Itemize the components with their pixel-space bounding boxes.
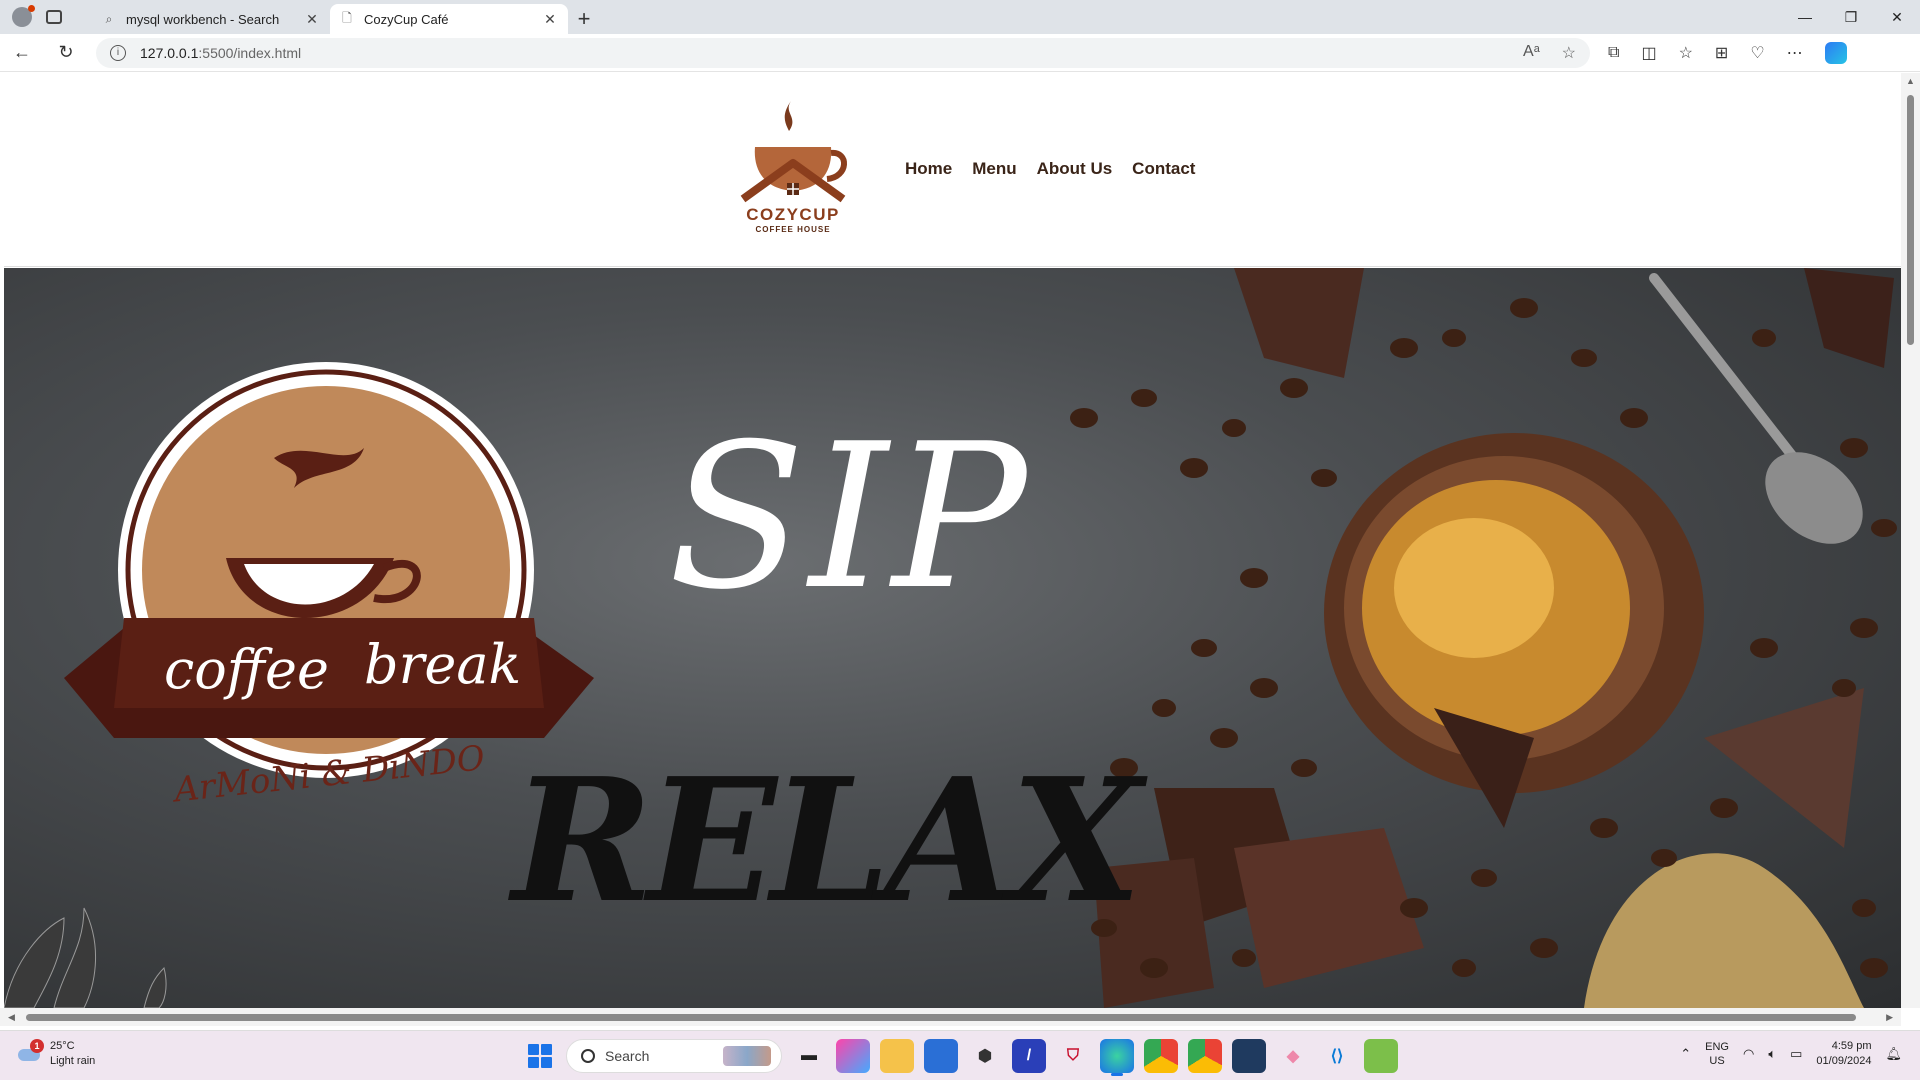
- url-actions: A︎ᵃ ☆: [1523, 43, 1576, 63]
- horizontal-scroll-thumb[interactable]: [26, 1014, 1856, 1021]
- mcafee-icon[interactable]: ⛉: [1056, 1039, 1090, 1073]
- start-button-icon[interactable]: [528, 1044, 552, 1068]
- notification-dot: [28, 5, 35, 12]
- copilot-icon[interactable]: [1824, 41, 1847, 64]
- edge-browser-icon[interactable]: [1100, 1039, 1134, 1076]
- wifi-icon[interactable]: ◠: [1743, 1046, 1754, 1062]
- nav-menu[interactable]: Menu: [972, 159, 1016, 179]
- favorites-icon[interactable]: ☆: [1679, 43, 1693, 63]
- browser-essentials-icon[interactable]: ♡: [1750, 43, 1764, 63]
- file-manager-app-icon[interactable]: ▬: [792, 1039, 826, 1073]
- clock-time: 4:59 pm: [1831, 1040, 1872, 1052]
- show-hidden-icons-icon[interactable]: ⌃: [1680, 1046, 1691, 1062]
- tab-bar-left: [0, 0, 92, 34]
- nav-contact[interactable]: Contact: [1132, 159, 1195, 179]
- close-tab-icon[interactable]: ✕: [542, 11, 558, 28]
- git-app-icon[interactable]: ◆: [1276, 1039, 1310, 1073]
- restore-icon[interactable]: ❐: [1828, 0, 1874, 34]
- weather-widget[interactable]: 1 25°C Light rain: [16, 1039, 95, 1069]
- search-icon: [581, 1049, 595, 1063]
- microsoft-store-icon[interactable]: [924, 1039, 958, 1073]
- cozycup-logo[interactable]: COZYCUP COFFEE HOUSE: [735, 99, 851, 239]
- nav-about-us[interactable]: About Us: [1037, 159, 1113, 179]
- page-icon: 🗋: [342, 10, 352, 25]
- scroll-right-icon[interactable]: ▶: [1886, 1008, 1893, 1026]
- hero-headline-sip: SIP: [668, 401, 1031, 634]
- hero-headline-relax: RELAX: [512, 741, 1142, 941]
- address-bar-row: ← ↻ i 127.0.0.1:5500/index.html A︎ᵃ ☆ ⧉ …: [0, 34, 1920, 72]
- close-tab-icon[interactable]: ✕: [304, 11, 320, 28]
- favorite-star-icon[interactable]: ☆: [1562, 43, 1576, 63]
- search-highlight-image: [723, 1046, 771, 1066]
- notepad-app-icon[interactable]: [1364, 1039, 1398, 1073]
- site-info-icon[interactable]: i: [110, 44, 126, 61]
- minimize-icon[interactable]: —: [1782, 0, 1828, 34]
- language-indicator[interactable]: ENG US: [1705, 1040, 1729, 1068]
- url-path: :5500/index.html: [198, 44, 302, 61]
- split-screen-icon[interactable]: ◫: [1641, 43, 1656, 63]
- tab-cozycup[interactable]: 🗋 CozyCup Café ✕: [330, 4, 568, 34]
- profile-avatar-icon[interactable]: [12, 5, 35, 27]
- new-tab-button[interactable]: +: [568, 4, 600, 34]
- collections-icon[interactable]: ⊞: [1715, 43, 1728, 63]
- language-region: US: [1709, 1055, 1725, 1067]
- logo-tagline: COFFEE HOUSE: [755, 225, 831, 234]
- notifications-bell-icon[interactable]: 🔔︎: [1885, 1046, 1902, 1062]
- nav-home[interactable]: Home: [905, 159, 952, 179]
- back-icon[interactable]: ←: [0, 34, 44, 72]
- site-header: COZYCUP COFFEE HOUSE Home Menu About Us …: [4, 73, 1901, 267]
- cube-app-icon[interactable]: ⬢: [968, 1039, 1002, 1073]
- scroll-up-icon[interactable]: ▲: [1901, 73, 1920, 89]
- more-options-icon[interactable]: ⋯: [1787, 43, 1803, 63]
- logo-name: COZYCUP: [746, 205, 840, 224]
- workspaces-icon[interactable]: [46, 10, 62, 24]
- logo-cup-icon: [740, 101, 847, 203]
- file-explorer-icon[interactable]: [880, 1039, 914, 1073]
- url-field[interactable]: i 127.0.0.1:5500/index.html A︎ᵃ ☆: [96, 37, 1590, 68]
- vscode-insiders-icon[interactable]: /: [1012, 1039, 1046, 1073]
- scroll-left-icon[interactable]: ◀: [8, 1008, 15, 1026]
- weather-text: 25°C Light rain: [50, 1039, 95, 1069]
- browser-toolbar: ⧉ ◫ ☆ ⊞ ♡ ⋯: [1608, 41, 1847, 64]
- taskbar-search-label: Search: [605, 1048, 650, 1064]
- battery-icon[interactable]: ▭: [1790, 1046, 1802, 1062]
- horizontal-scrollbar[interactable]: ◀ ▶: [0, 1008, 1901, 1026]
- copilot-app-icon[interactable]: [836, 1039, 870, 1073]
- tab-search[interactable]: ⌕ mysql workbench - Search ✕: [92, 4, 330, 34]
- window-controls: — ❐ ✕: [1782, 0, 1920, 34]
- language-code: ENG: [1705, 1041, 1729, 1053]
- read-aloud-icon[interactable]: A︎ᵃ: [1523, 43, 1540, 63]
- chrome-icon[interactable]: [1144, 1039, 1178, 1073]
- weather-condition: Light rain: [50, 1055, 96, 1067]
- hero-banner: coffee break ArMoNi & DiNDO SIP RELAX: [4, 268, 1901, 1008]
- ribbon-right-text: break: [364, 633, 521, 696]
- close-window-icon[interactable]: ✕: [1874, 0, 1920, 34]
- vertical-scrollbar[interactable]: ▲: [1901, 73, 1920, 1008]
- weather-rain-icon: 1: [16, 1039, 44, 1065]
- volume-icon[interactable]: 🔈︎: [1768, 1046, 1776, 1062]
- windows-taskbar: 1 25°C Light rain Search ▬ ⬢ / ⛉ ◆ ⟨⟩ ⌃ …: [0, 1030, 1920, 1080]
- weather-temp: 25°C: [50, 1040, 75, 1052]
- terminal-app-icon[interactable]: [1232, 1039, 1266, 1073]
- refresh-icon[interactable]: ↻: [44, 34, 88, 72]
- vscode-icon[interactable]: ⟨⟩: [1320, 1039, 1354, 1073]
- tab-title: mysql workbench - Search: [126, 11, 280, 27]
- clock[interactable]: 4:59 pm 01/09/2024: [1816, 1039, 1871, 1069]
- tab-title: CozyCup Café: [364, 11, 449, 27]
- main-nav: Home Menu About Us Contact: [905, 159, 1195, 179]
- browser-tab-bar: ⌕ mysql workbench - Search ✕ 🗋 CozyCup C…: [0, 0, 1920, 34]
- weather-alert-badge: 1: [30, 1039, 44, 1053]
- clock-date: 01/09/2024: [1816, 1055, 1872, 1067]
- taskbar-search[interactable]: Search: [566, 1039, 782, 1073]
- vertical-scroll-thumb[interactable]: [1907, 95, 1914, 345]
- chrome-profile-icon[interactable]: [1188, 1039, 1222, 1073]
- taskbar-apps: ▬ ⬢ / ⛉ ◆ ⟨⟩: [792, 1039, 1398, 1076]
- search-tab-icon: ⌕: [105, 11, 113, 26]
- url-host: 127.0.0.1: [140, 44, 199, 61]
- system-tray: ⌃ ENG US ◠ 🔈︎ ▭ 4:59 pm 01/09/2024 🔔︎: [1680, 1039, 1902, 1069]
- page-viewport: COZYCUP COFFEE HOUSE Home Menu About Us …: [0, 73, 1920, 1030]
- ribbon-left-text: coffee: [164, 638, 329, 701]
- extensions-icon[interactable]: ⧉: [1608, 44, 1619, 62]
